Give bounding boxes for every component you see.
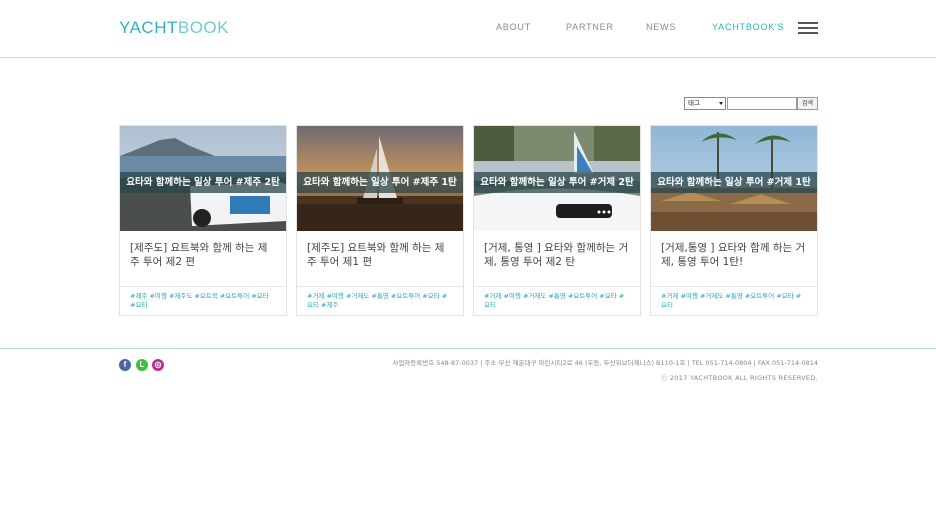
post-tags[interactable]: #제주 #여행 #제주도 #요트북 #요트투어 #요타 #요티: [120, 286, 286, 315]
post-card[interactable]: 요타와 함께하는 일상 투어 #거제 2탄 [거제, 통영 ] 요타와 함께하는…: [473, 125, 641, 316]
post-thumbnail[interactable]: 요타와 함께하는 일상 투어 #제주 1탄: [297, 126, 463, 231]
post-card[interactable]: 요타와 함께하는 일상 투어 #제주 1탄 [제주도] 요트북와 함께 하는 제…: [296, 125, 464, 316]
search-button[interactable]: 검색: [797, 97, 818, 110]
instagram-icon: ◎: [154, 360, 162, 369]
post-tags[interactable]: #거제 #여행 #거제도 #통영 #요트투어 #요타 #요티: [474, 286, 640, 315]
line-link[interactable]: L: [136, 359, 148, 371]
instagram-link[interactable]: ◎: [152, 359, 164, 371]
footer-divider: [0, 348, 936, 349]
line-icon: L: [139, 360, 145, 369]
post-title[interactable]: [거제,통영 ] 요타와 함께 하는 거제, 통영 투어 1탄!: [651, 231, 817, 286]
post-thumbnail[interactable]: 요타와 함께하는 일상 투어 #거제 1탄: [651, 126, 817, 231]
search-type-select[interactable]: 태그: [684, 97, 726, 110]
facebook-link[interactable]: f: [119, 359, 131, 371]
post-title[interactable]: [제주도] 요트북와 함께 하는 제주 투어 제2 편: [120, 231, 286, 286]
post-card[interactable]: 요타와 함께하는 일상 투어 #거제 1탄 [거제,통영 ] 요타와 함께 하는…: [650, 125, 818, 316]
post-tags[interactable]: #거제 #여행 #거제도 #통영 #요트투어 #요타 #요티: [651, 286, 817, 315]
yachtbook-logo[interactable]: YACHTBOOK: [119, 18, 229, 38]
post-thumbnail[interactable]: 요타와 함께하는 일상 투어 #거제 2탄: [474, 126, 640, 231]
post-card[interactable]: 요타와 함께하는 일상 투어 #제주 2탄 [제주도] 요트북와 함께 하는 제…: [119, 125, 287, 316]
search-input[interactable]: [727, 97, 797, 110]
post-banner: 요타와 함께하는 일상 투어 #거제 2탄: [474, 172, 640, 193]
copyright: ⓒ 2017 YACHTBOOK ALL RIGHTS RESERVED.: [660, 374, 818, 382]
facebook-icon: f: [123, 360, 127, 369]
site-header: YACHTBOOK ABOUT PARTNER NEWS YACHTBOOK'S: [0, 0, 936, 58]
nav-yachtbooks[interactable]: YACHTBOOK'S: [712, 22, 784, 32]
post-banner: 요타와 함께하는 일상 투어 #거제 1탄: [651, 172, 817, 193]
nav-about[interactable]: ABOUT: [496, 22, 531, 32]
post-banner: 요타와 함께하는 일상 투어 #제주 2탄: [120, 172, 286, 193]
logo-text-yacht: YACHT: [119, 18, 178, 37]
chevron-down-icon: [719, 102, 723, 105]
post-title[interactable]: [거제, 통영 ] 요타와 함께하는 거제, 통영 투어 제2 탄: [474, 231, 640, 286]
post-tags[interactable]: #거제 #여행 #거제도 #통영 #요트투어 #요타 #요티 #제주: [297, 286, 463, 315]
hamburger-menu-icon[interactable]: [798, 21, 818, 35]
post-thumbnail[interactable]: 요타와 함께하는 일상 투어 #제주 2탄: [120, 126, 286, 231]
nav-news[interactable]: NEWS: [646, 22, 676, 32]
company-info: 사업자등록번호 548-87-0037 | 주소 부산 해운대구 마린시티2로 …: [392, 359, 818, 367]
nav-partner[interactable]: PARTNER: [566, 22, 614, 32]
logo-text-book: BOOK: [177, 18, 229, 37]
search-type-value: 태그: [688, 99, 700, 107]
post-banner: 요타와 함께하는 일상 투어 #제주 1탄: [297, 172, 463, 193]
post-title[interactable]: [제주도] 요트북와 함께 하는 제주 투어 제1 편: [297, 231, 463, 286]
